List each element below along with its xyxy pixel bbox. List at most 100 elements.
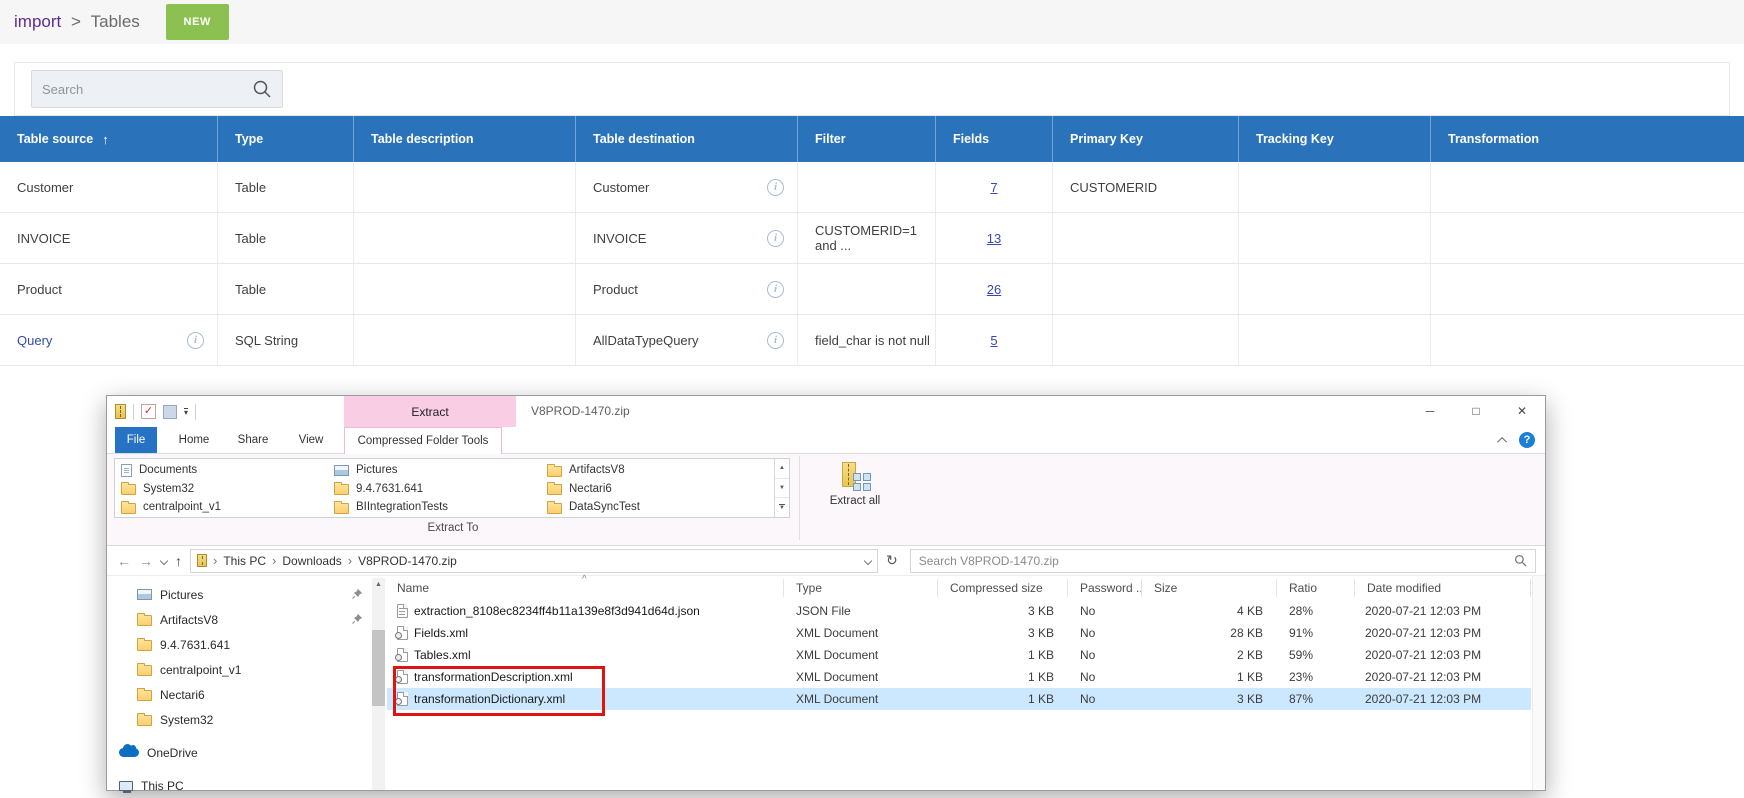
address-crumb[interactable]: This PC xyxy=(223,554,266,568)
info-icon[interactable]: i xyxy=(767,230,784,247)
tab-view[interactable]: View xyxy=(289,427,333,453)
table-row[interactable]: Product Table Product i 26 xyxy=(0,264,1744,315)
gallery-item[interactable]: Documents xyxy=(121,461,334,480)
address-dropdown-icon[interactable] xyxy=(864,556,872,564)
scroll-up-icon[interactable]: ▲ xyxy=(372,578,385,592)
column-header-table-description[interactable]: Table description xyxy=(354,116,576,162)
sidebar-item-this-pc[interactable]: This PC xyxy=(107,773,387,798)
gallery-item[interactable]: ArtifactsV8 xyxy=(547,461,760,480)
info-icon[interactable]: i xyxy=(767,179,784,196)
file-row[interactable]: extraction_8108ec8234ff4b11a139e8f3d941d… xyxy=(387,600,1531,622)
file-row[interactable]: transformationDescription.xml XML Docume… xyxy=(387,666,1531,688)
fields-count-link[interactable]: 5 xyxy=(990,333,997,348)
address-crumb[interactable]: Downloads xyxy=(282,554,341,568)
sidebar-item-version-folder[interactable]: 9.4.7631.641 xyxy=(107,632,387,657)
column-header-ratio[interactable]: Ratio xyxy=(1277,579,1355,597)
column-header-table-source[interactable]: Table source ↑ xyxy=(0,116,218,162)
tab-share[interactable]: Share xyxy=(229,427,277,453)
window-titlebar[interactable]: ✓ ▾ Extract V8PROD-1470.zip ─ □ ✕ xyxy=(107,396,1545,427)
file-list-scrollbar[interactable] xyxy=(1532,576,1545,790)
file-row[interactable]: Tables.xml XML Document 1 KB No 2 KB 59%… xyxy=(387,644,1531,666)
info-icon[interactable]: i xyxy=(767,281,784,298)
sidebar-item-artifactsv8[interactable]: ArtifactsV8 xyxy=(107,607,387,632)
table-row[interactable]: INVOICE Table INVOICE i CUSTOMERID=1 and… xyxy=(0,213,1744,264)
cell-destination: Customer i xyxy=(576,162,798,212)
file-row[interactable]: Fields.xml XML Document 3 KB No 28 KB 91… xyxy=(387,622,1531,644)
gallery-item[interactable]: BIIntegrationTests xyxy=(334,498,547,517)
tab-compressed-folder-tools[interactable]: Compressed Folder Tools xyxy=(344,427,502,454)
forward-icon[interactable]: → xyxy=(139,554,153,568)
column-header-transformation[interactable]: Transformation xyxy=(1431,116,1744,162)
recent-locations-icon[interactable] xyxy=(160,556,168,564)
search-icon[interactable] xyxy=(1514,554,1527,567)
explorer-search-box[interactable] xyxy=(910,549,1536,573)
column-header-date-modified[interactable]: Date modified xyxy=(1355,579,1531,597)
properties-check-icon[interactable]: ✓ xyxy=(141,404,156,419)
column-header-type[interactable]: Type xyxy=(784,579,938,597)
column-header-type[interactable]: Type xyxy=(218,116,354,162)
column-header-tracking-key[interactable]: Tracking Key xyxy=(1239,116,1431,162)
chevron-right-icon[interactable]: › xyxy=(272,553,276,568)
info-icon[interactable]: i xyxy=(187,332,204,349)
column-header-compressed-size[interactable]: Compressed size xyxy=(938,579,1068,597)
column-header-size[interactable]: Size xyxy=(1142,579,1277,597)
file-row-selected[interactable]: transformationDictionary.xml XML Documen… xyxy=(387,688,1531,710)
gallery-item[interactable]: centralpoint_v1 xyxy=(121,498,334,517)
sidebar-scrollbar[interactable]: ▲ xyxy=(372,578,385,790)
refresh-icon[interactable]: ↻ xyxy=(886,552,898,569)
contextual-tab-extract[interactable]: Extract xyxy=(344,396,516,427)
column-header-fields[interactable]: Fields xyxy=(936,116,1053,162)
address-bar[interactable]: › This PC › Downloads › V8PROD-1470.zip xyxy=(190,549,878,573)
info-icon[interactable]: i xyxy=(767,332,784,349)
divider xyxy=(133,404,134,420)
tab-home[interactable]: Home xyxy=(171,427,217,453)
new-folder-icon[interactable] xyxy=(163,405,177,419)
up-icon[interactable]: ↑ xyxy=(175,554,182,568)
fields-count-link[interactable]: 13 xyxy=(987,231,1001,246)
gallery-scroll-up-icon[interactable]: ▲ xyxy=(775,459,789,478)
gallery-item[interactable]: 9.4.7631.641 xyxy=(334,480,547,499)
collapse-ribbon-icon[interactable] xyxy=(1497,436,1507,446)
cell-source: Query i xyxy=(0,315,218,365)
explorer-search-input[interactable] xyxy=(919,554,1514,568)
table-row[interactable]: Query i SQL String AllDataTypeQuery i fi… xyxy=(0,315,1744,366)
customize-toolbar-icon[interactable]: ▾ xyxy=(184,408,188,416)
table-search-input[interactable] xyxy=(42,82,252,97)
sidebar-item-system32[interactable]: System32 xyxy=(107,707,387,732)
folder-icon xyxy=(121,484,136,495)
back-icon[interactable]: ← xyxy=(117,554,131,568)
help-icon[interactable]: ? xyxy=(1519,432,1535,448)
search-icon[interactable] xyxy=(252,79,272,99)
gallery-item[interactable]: Pictures xyxy=(334,461,547,480)
sidebar-item-onedrive[interactable]: OneDrive xyxy=(107,740,387,765)
sidebar-item-nectari6[interactable]: Nectari6 xyxy=(107,682,387,707)
address-crumb[interactable]: V8PROD-1470.zip xyxy=(358,554,457,568)
gallery-scroll-down-icon[interactable]: ▼ xyxy=(775,478,789,498)
table-search-box[interactable] xyxy=(31,70,283,108)
new-button[interactable]: NEW xyxy=(166,4,229,40)
gallery-item[interactable]: System32 xyxy=(121,480,334,499)
gallery-item[interactable]: Nectari6 xyxy=(547,480,760,499)
breadcrumb-section[interactable]: import xyxy=(14,12,61,31)
minimize-button[interactable]: ─ xyxy=(1407,396,1453,426)
maximize-button[interactable]: □ xyxy=(1453,396,1499,426)
fields-count-link[interactable]: 7 xyxy=(990,180,997,195)
scrollbar-thumb[interactable] xyxy=(372,630,385,706)
gallery-more-icon[interactable]: ▼ xyxy=(775,497,789,517)
query-source-link[interactable]: Query xyxy=(17,333,52,348)
sidebar-item-centralpoint[interactable]: centralpoint_v1 xyxy=(107,657,387,682)
close-button[interactable]: ✕ xyxy=(1499,396,1545,426)
sidebar-item-pictures[interactable]: Pictures xyxy=(107,582,387,607)
column-header-primary-key[interactable]: Primary Key xyxy=(1053,116,1239,162)
gallery-item[interactable]: DataSyncTest xyxy=(547,498,760,517)
chevron-right-icon[interactable]: › xyxy=(348,553,352,568)
column-header-password[interactable]: Password ... xyxy=(1068,579,1142,597)
table-search-panel xyxy=(14,62,1730,116)
tab-file[interactable]: File xyxy=(115,427,157,453)
column-header-table-destination[interactable]: Table destination xyxy=(576,116,798,162)
chevron-right-icon[interactable]: › xyxy=(213,553,217,568)
column-header-filter[interactable]: Filter xyxy=(798,116,936,162)
extract-all-button[interactable]: Extract all xyxy=(807,458,903,540)
fields-count-link[interactable]: 26 xyxy=(987,282,1001,297)
table-row[interactable]: Customer Table Customer i 7 CUSTOMERID xyxy=(0,162,1744,213)
